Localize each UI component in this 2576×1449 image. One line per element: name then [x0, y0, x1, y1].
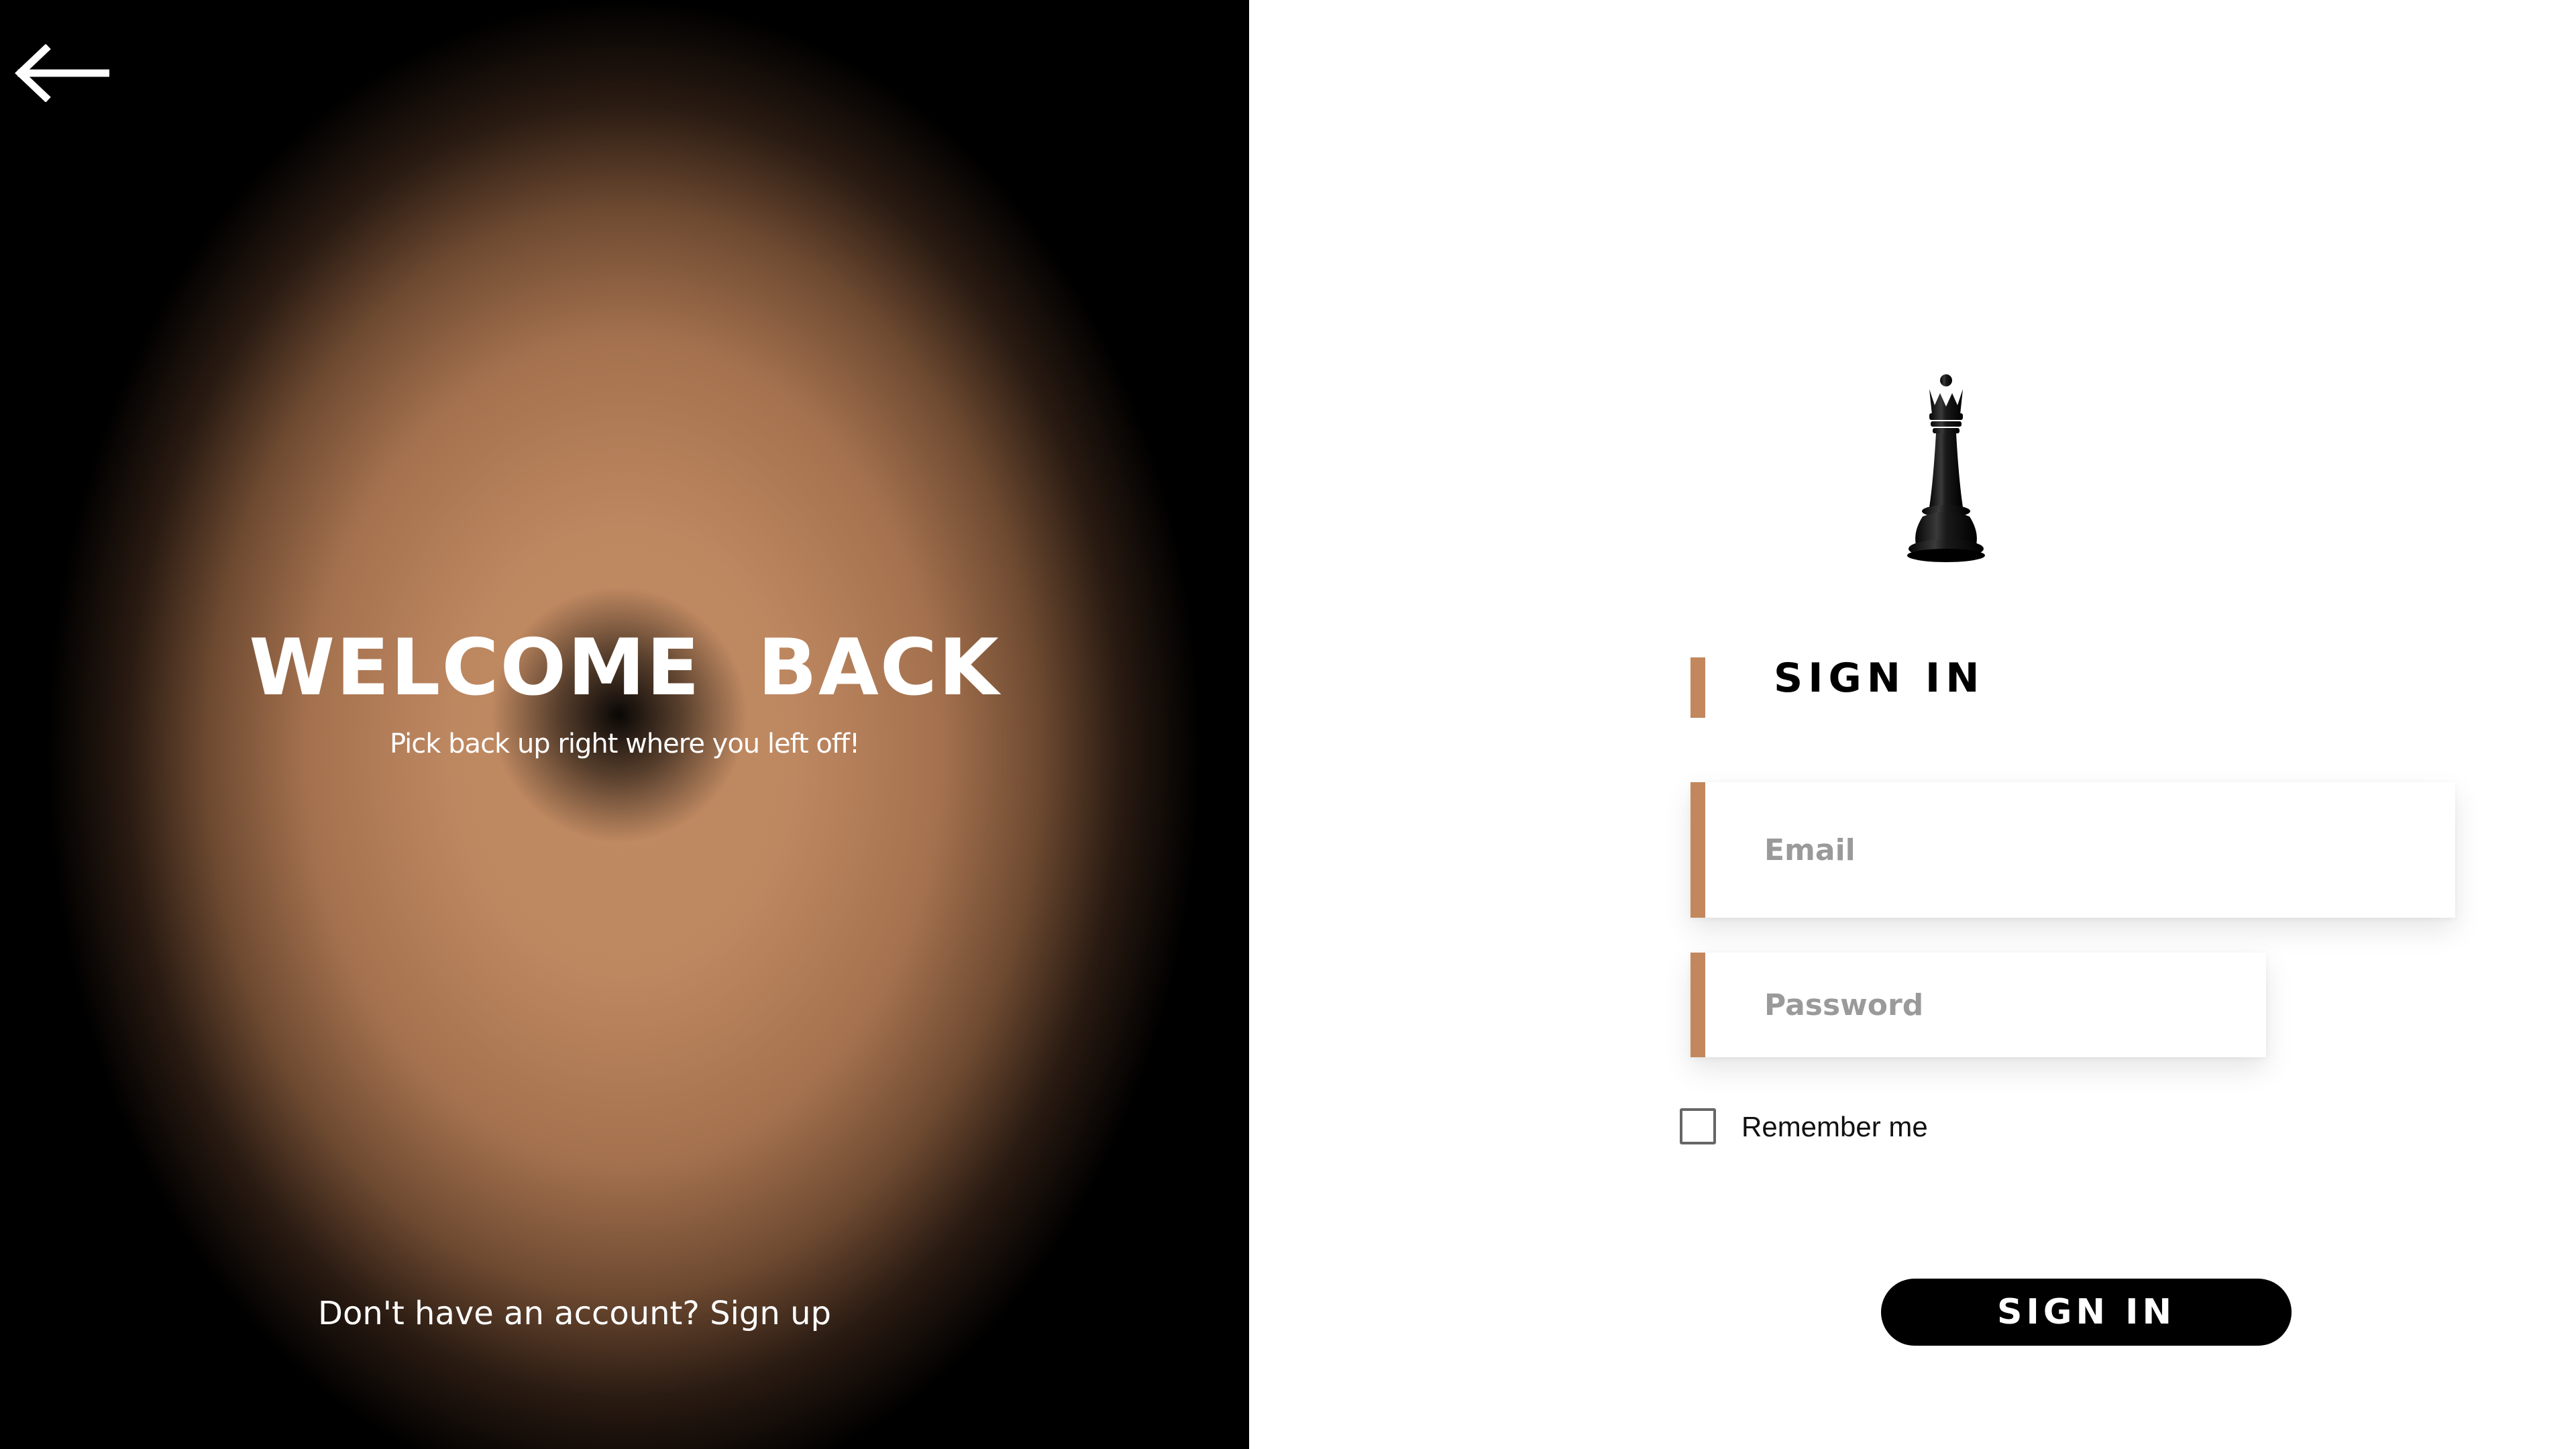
- email-input[interactable]: [1690, 782, 2455, 918]
- chess-queen-icon: [1907, 374, 1985, 562]
- welcome-subtitle: Pick back up right where you left off!: [389, 729, 860, 759]
- password-input[interactable]: [1690, 953, 2266, 1057]
- welcome-glow-background: [0, 0, 1249, 1449]
- welcome-title: WELCOME BACK: [249, 623, 1000, 713]
- remember-me-checkbox[interactable]: [1680, 1108, 1716, 1144]
- remember-me-label: Remember me: [1741, 1111, 1928, 1142]
- sign-in-panel: [1249, 0, 2576, 1449]
- sign-in-page: WELCOME BACK Pick back up right where yo…: [0, 0, 2576, 1449]
- email-accent-bar: [1690, 782, 1705, 918]
- email-field[interactable]: [1690, 782, 2455, 918]
- password-field[interactable]: [1690, 953, 2266, 1057]
- welcome-panel: WELCOME BACK Pick back up right where yo…: [0, 0, 1249, 1449]
- sign-in-heading: SIGN IN: [1774, 655, 1985, 702]
- signup-link[interactable]: Don't have an account? Sign up: [318, 1295, 831, 1332]
- sign-in-button[interactable]: SIGN IN: [1881, 1279, 2292, 1346]
- heading-accent-bar: [1690, 657, 1705, 718]
- arrow-left-icon[interactable]: [12, 44, 109, 102]
- password-accent-bar: [1690, 953, 1705, 1057]
